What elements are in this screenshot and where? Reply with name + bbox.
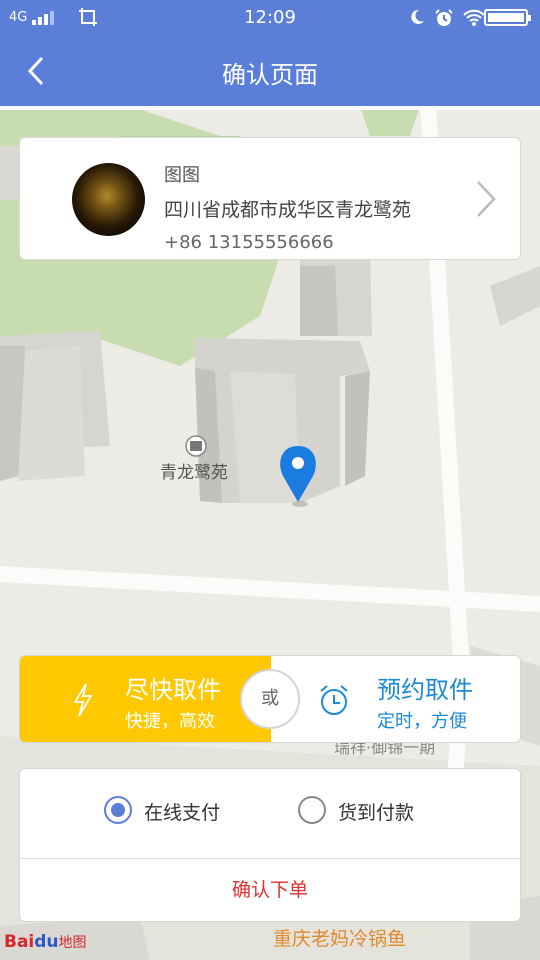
radio-selected-icon[interactable] xyxy=(104,796,132,824)
chevron-right-icon xyxy=(472,178,500,220)
asap-subtitle: 快捷，高效 xyxy=(125,711,215,732)
status-bar: 4G 12:09 xyxy=(0,0,540,36)
lightning-icon xyxy=(72,683,94,717)
payment-panel: 在线支付 货到付款 确认下单 xyxy=(19,768,521,922)
or-divider: 或 xyxy=(240,669,300,729)
wifi-icon xyxy=(462,8,486,28)
asap-pickup-button[interactable]: 尽快取件 快捷，高效 xyxy=(20,656,271,742)
avatar xyxy=(72,163,145,236)
poi-label: 青龙鹭苑 xyxy=(160,463,228,483)
shop-label: 重庆老妈冷锅鱼 xyxy=(273,928,407,950)
alarm-icon xyxy=(434,8,454,28)
app-header: 确认页面 xyxy=(0,36,540,106)
clock-time: 12:09 xyxy=(244,7,296,28)
address-card[interactable]: 图图 四川省成都市成华区青龙鹭苑 +86 13155556666 xyxy=(19,137,521,260)
page-title: 确认页面 xyxy=(222,61,318,89)
scheduled-subtitle: 定时，方便 xyxy=(377,711,467,732)
contact-name: 图图 xyxy=(164,165,200,186)
confirm-order-button[interactable]: 确认下单 xyxy=(20,859,520,921)
alarm-clock-icon xyxy=(318,683,350,717)
asap-title: 尽快取件 xyxy=(125,676,221,704)
baidu-map-logo: Baidu地图 xyxy=(4,932,87,952)
radio-unselected-icon[interactable] xyxy=(298,796,326,824)
cash-on-delivery-label: 货到付款 xyxy=(338,802,415,824)
moon-icon xyxy=(408,8,428,28)
contact-address: 四川省成都市成华区青龙鹭苑 xyxy=(164,199,412,221)
scheduled-title: 预约取件 xyxy=(377,676,473,704)
battery-icon xyxy=(484,9,531,26)
pay-online-label: 在线支付 xyxy=(144,802,221,824)
contact-phone: +86 13155556666 xyxy=(164,232,334,253)
pickup-selector: 尽快取件 快捷，高效 预约取件 定时，方便 或 xyxy=(19,655,521,743)
